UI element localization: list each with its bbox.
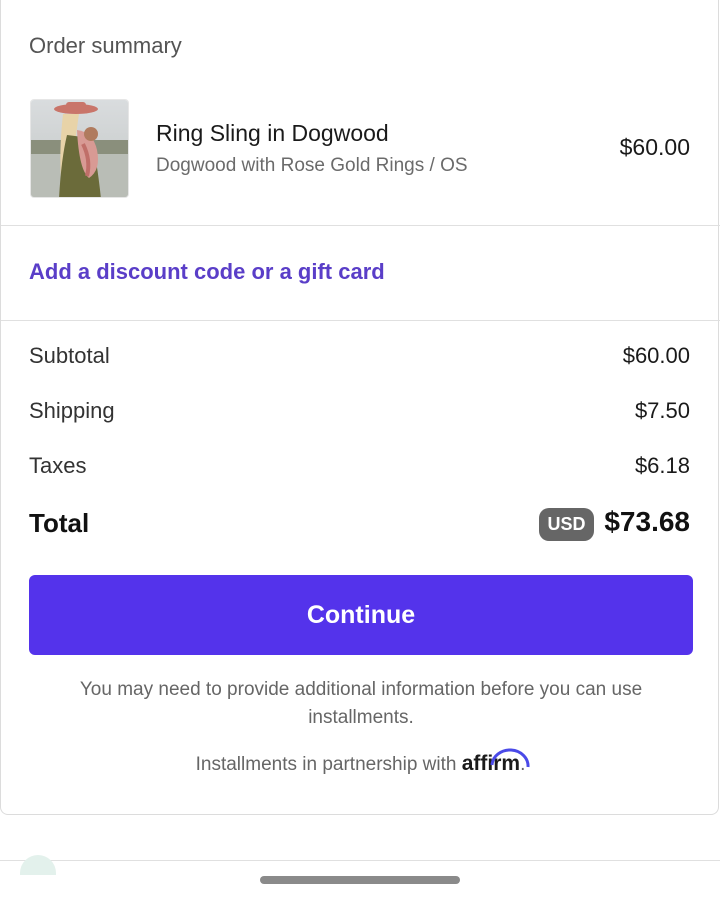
subtotal-value: $60.00	[622, 343, 690, 368]
order-summary-card: Order summary Ring Sling in Dogwood Dogw…	[0, 0, 720, 815]
next-section-border	[0, 860, 720, 861]
product-variant: Dogwood with Rose Gold Rings / OS	[156, 155, 468, 176]
affirm-arc-icon	[490, 748, 530, 768]
currency-badge: USD	[539, 508, 594, 541]
product-photo-icon	[31, 100, 128, 197]
continue-button[interactable]: Continue	[29, 575, 693, 655]
next-section-avatar	[20, 855, 56, 875]
shipping-label: Shipping	[29, 398, 115, 423]
product-price: $60.00	[619, 134, 690, 160]
order-summary-heading: Order summary	[29, 33, 182, 58]
discount-code-link[interactable]: Add a discount code or a gift card	[29, 259, 385, 285]
partner-prefix: Installments in partnership with	[195, 754, 457, 775]
subtotal-label: Subtotal	[29, 343, 110, 368]
taxes-label: Taxes	[29, 453, 87, 478]
total-value: $73.68	[604, 506, 690, 537]
divider	[1, 320, 720, 321]
product-thumbnail	[30, 99, 129, 198]
shipping-value: $7.50	[634, 398, 690, 423]
divider	[1, 225, 720, 226]
product-name: Ring Sling in Dogwood	[156, 120, 389, 146]
installments-notice: You may need to provide additional infor…	[79, 679, 643, 728]
affirm-logo: affirm	[462, 748, 530, 776]
taxes-value: $6.18	[634, 453, 690, 478]
home-indicator[interactable]	[260, 876, 460, 884]
total-label: Total	[29, 508, 90, 538]
affirm-partnership: Installments in partnership with affirm …	[1, 748, 720, 776]
